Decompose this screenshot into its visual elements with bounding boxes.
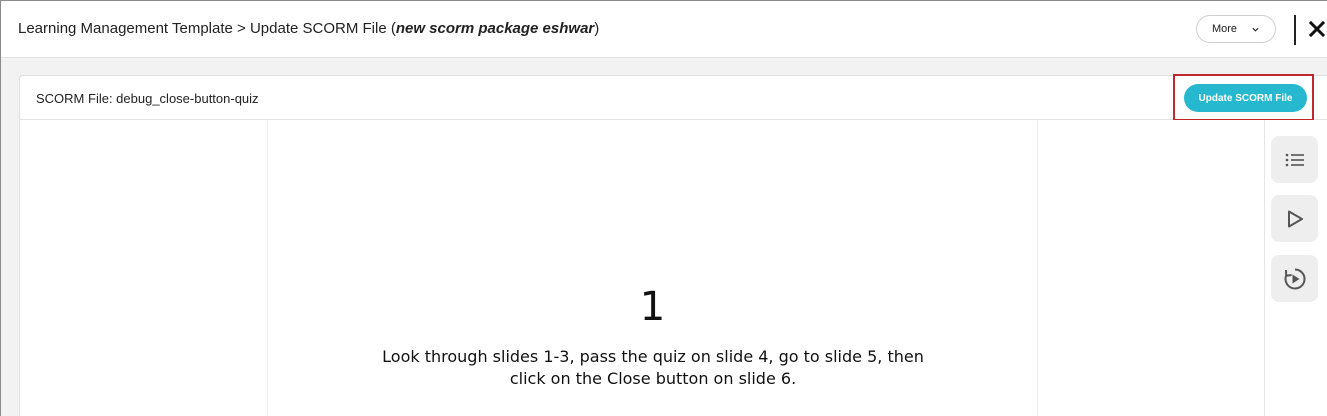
update-scorm-file-button[interactable]: Update SCORM File [1184, 84, 1307, 112]
panel-header: SCORM File: debug_close-button-quiz Upda… [20, 74, 1327, 121]
breadcrumb-close-paren: ) [594, 20, 600, 37]
list-icon [1285, 153, 1304, 166]
more-button-label: More [1211, 23, 1238, 35]
slide-number: 1 [639, 284, 666, 330]
outline-button[interactable] [1271, 136, 1318, 183]
breadcrumb-path: Learning Management Template > Update SC… [18, 20, 396, 37]
breadcrumb: Learning Management Template > Update SC… [18, 20, 599, 37]
page-header: Learning Management Template > Update SC… [1, 1, 1327, 58]
replay-button[interactable] [1271, 255, 1318, 302]
chevron-down-icon [1252, 27, 1259, 32]
play-button[interactable] [1271, 195, 1318, 242]
scorm-player: 1 Look through slides 1-3, pass the quiz… [20, 120, 1264, 416]
replay-icon [1284, 267, 1306, 289]
slide-instructions: Look through slides 1-3, pass the quiz o… [382, 347, 924, 388]
scorm-file-label: SCORM File: debug_close-button-quiz [36, 91, 259, 106]
scorm-update-window: Learning Management Template > Update SC… [0, 0, 1327, 416]
play-icon [1287, 210, 1303, 227]
close-icon[interactable] [1307, 19, 1327, 39]
scorm-content-panel: SCORM File: debug_close-button-quiz Upda… [19, 74, 1327, 416]
slide-area: 1 Look through slides 1-3, pass the quiz… [267, 120, 1038, 416]
header-divider [1294, 15, 1296, 45]
more-button[interactable]: More [1196, 15, 1276, 43]
breadcrumb-package-name: new scorm package eshwar [395, 20, 595, 37]
player-side-rail [1264, 120, 1327, 416]
